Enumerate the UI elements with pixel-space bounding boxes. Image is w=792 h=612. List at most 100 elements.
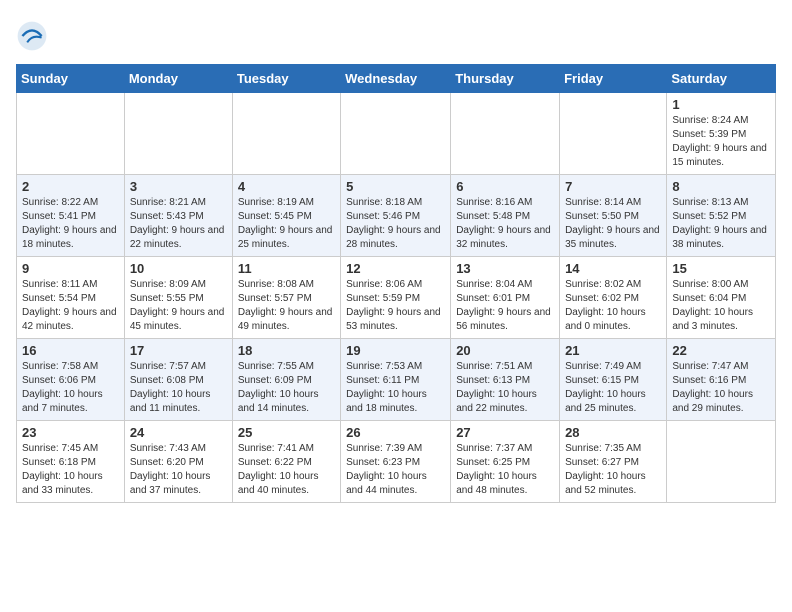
calendar-cell: 2 Sunrise: 8:22 AM Sunset: 5:41 PM Daylig…	[17, 175, 125, 257]
day-number: 16	[22, 343, 119, 358]
calendar-week-5: 23Sunrise: 7:45 AM Sunset: 6:18 PM Dayli…	[17, 421, 776, 503]
calendar-cell: 4 Sunrise: 8:19 AM Sunset: 5:45 PM Daylig…	[232, 175, 340, 257]
calendar-cell	[232, 93, 340, 175]
day-number: 22	[672, 343, 770, 358]
day-info: Sunrise: 7:41 AM Sunset: 6:22 PM Dayligh…	[238, 442, 335, 498]
calendar-cell	[341, 93, 451, 175]
calendar-cell: 11 Sunrise: 8:08 AM Sunset: 5:57 PM Dayli…	[232, 257, 340, 339]
calendar-header-thursday: Thursday	[451, 65, 560, 93]
day-info: Sunrise: 8:00 AM Sunset: 6:04 PM Dayligh…	[672, 278, 770, 334]
day-number: 17	[130, 343, 227, 358]
calendar-cell: 24 Sunrise: 7:43 AM Sunset: 6:20 PM Dayli…	[124, 421, 232, 503]
day-info: Sunrise: 8:22 AM Sunset: 5:41 PM Dayligh…	[22, 196, 119, 252]
day-info: Sunrise: 8:13 AM Sunset: 5:52 PM Dayligh…	[672, 196, 770, 252]
day-info: Sunrise: 7:51 AM Sunset: 6:13 PM Dayligh…	[456, 360, 554, 416]
day-number: 1	[672, 97, 770, 112]
calendar-cell: 14 Sunrise: 8:02 AM Sunset: 6:02 PM Dayli…	[560, 257, 667, 339]
calendar-week-2: 2 Sunrise: 8:22 AM Sunset: 5:41 PM Daylig…	[17, 175, 776, 257]
calendar-cell: 21 Sunrise: 7:49 AM Sunset: 6:15 PM Dayli…	[560, 339, 667, 421]
calendar-cell: 5 Sunrise: 8:18 AM Sunset: 5:46 PM Daylig…	[341, 175, 451, 257]
day-number: 12	[346, 261, 445, 276]
calendar-cell: 12 Sunrise: 8:06 AM Sunset: 5:59 PM Dayli…	[341, 257, 451, 339]
calendar-cell: 28 Sunrise: 7:35 AM Sunset: 6:27 PM Dayli…	[560, 421, 667, 503]
day-info: Sunrise: 7:53 AM Sunset: 6:11 PM Dayligh…	[346, 360, 445, 416]
day-info: Sunrise: 7:35 AM Sunset: 6:27 PM Dayligh…	[565, 442, 661, 498]
day-info: Sunrise: 8:24 AM Sunset: 5:39 PM Dayligh…	[672, 114, 770, 170]
day-number: 21	[565, 343, 661, 358]
day-info: Sunrise: 8:14 AM Sunset: 5:50 PM Dayligh…	[565, 196, 661, 252]
day-info: Sunrise: 7:37 AM Sunset: 6:25 PM Dayligh…	[456, 442, 554, 498]
day-number: 24	[130, 425, 227, 440]
calendar-cell: 17 Sunrise: 7:57 AM Sunset: 6:08 PM Dayli…	[124, 339, 232, 421]
calendar-cell: 16 Sunrise: 7:58 AM Sunset: 6:06 PM Dayli…	[17, 339, 125, 421]
day-number: 8	[672, 179, 770, 194]
day-number: 2	[22, 179, 119, 194]
day-number: 25	[238, 425, 335, 440]
calendar-cell	[124, 93, 232, 175]
calendar-cell: 26 Sunrise: 7:39 AM Sunset: 6:23 PM Dayli…	[341, 421, 451, 503]
calendar-cell: 8 Sunrise: 8:13 AM Sunset: 5:52 PM Daylig…	[667, 175, 776, 257]
calendar-cell: 15 Sunrise: 8:00 AM Sunset: 6:04 PM Dayli…	[667, 257, 776, 339]
calendar-header-tuesday: Tuesday	[232, 65, 340, 93]
day-info: Sunrise: 7:47 AM Sunset: 6:16 PM Dayligh…	[672, 360, 770, 416]
logo	[16, 20, 52, 52]
calendar-header-monday: Monday	[124, 65, 232, 93]
calendar-cell: 25 Sunrise: 7:41 AM Sunset: 6:22 PM Dayli…	[232, 421, 340, 503]
day-number: 4	[238, 179, 335, 194]
calendar-header-row: SundayMondayTuesdayWednesdayThursdayFrid…	[17, 65, 776, 93]
calendar-cell: 6 Sunrise: 8:16 AM Sunset: 5:48 PM Daylig…	[451, 175, 560, 257]
calendar-table: SundayMondayTuesdayWednesdayThursdayFrid…	[16, 64, 776, 503]
day-number: 6	[456, 179, 554, 194]
day-number: 23	[22, 425, 119, 440]
day-number: 26	[346, 425, 445, 440]
calendar-cell: 22 Sunrise: 7:47 AM Sunset: 6:16 PM Dayli…	[667, 339, 776, 421]
day-number: 11	[238, 261, 335, 276]
day-number: 10	[130, 261, 227, 276]
day-info: Sunrise: 8:21 AM Sunset: 5:43 PM Dayligh…	[130, 196, 227, 252]
day-info: Sunrise: 7:39 AM Sunset: 6:23 PM Dayligh…	[346, 442, 445, 498]
calendar-header-sunday: Sunday	[17, 65, 125, 93]
calendar-cell	[451, 93, 560, 175]
day-info: Sunrise: 8:02 AM Sunset: 6:02 PM Dayligh…	[565, 278, 661, 334]
day-info: Sunrise: 8:08 AM Sunset: 5:57 PM Dayligh…	[238, 278, 335, 334]
day-info: Sunrise: 8:11 AM Sunset: 5:54 PM Dayligh…	[22, 278, 119, 334]
calendar-week-3: 9 Sunrise: 8:11 AM Sunset: 5:54 PM Daylig…	[17, 257, 776, 339]
day-number: 15	[672, 261, 770, 276]
calendar-header-friday: Friday	[560, 65, 667, 93]
calendar-cell	[667, 421, 776, 503]
day-info: Sunrise: 8:18 AM Sunset: 5:46 PM Dayligh…	[346, 196, 445, 252]
calendar-cell	[17, 93, 125, 175]
calendar-header-saturday: Saturday	[667, 65, 776, 93]
calendar-cell: 7Sunrise: 8:14 AM Sunset: 5:50 PM Daylig…	[560, 175, 667, 257]
calendar-week-4: 16 Sunrise: 7:58 AM Sunset: 6:06 PM Dayli…	[17, 339, 776, 421]
calendar-cell: 18Sunrise: 7:55 AM Sunset: 6:09 PM Dayli…	[232, 339, 340, 421]
day-number: 28	[565, 425, 661, 440]
calendar-cell: 27 Sunrise: 7:37 AM Sunset: 6:25 PM Dayli…	[451, 421, 560, 503]
day-info: Sunrise: 8:16 AM Sunset: 5:48 PM Dayligh…	[456, 196, 554, 252]
day-number: 9	[22, 261, 119, 276]
day-number: 14	[565, 261, 661, 276]
day-info: Sunrise: 7:57 AM Sunset: 6:08 PM Dayligh…	[130, 360, 227, 416]
day-info: Sunrise: 8:19 AM Sunset: 5:45 PM Dayligh…	[238, 196, 335, 252]
day-number: 3	[130, 179, 227, 194]
day-number: 20	[456, 343, 554, 358]
day-info: Sunrise: 7:43 AM Sunset: 6:20 PM Dayligh…	[130, 442, 227, 498]
calendar-cell: 19 Sunrise: 7:53 AM Sunset: 6:11 PM Dayli…	[341, 339, 451, 421]
calendar-header-wednesday: Wednesday	[341, 65, 451, 93]
day-info: Sunrise: 7:49 AM Sunset: 6:15 PM Dayligh…	[565, 360, 661, 416]
day-number: 5	[346, 179, 445, 194]
calendar-cell: 13Sunrise: 8:04 AM Sunset: 6:01 PM Dayli…	[451, 257, 560, 339]
calendar-cell: 10 Sunrise: 8:09 AM Sunset: 5:55 PM Dayli…	[124, 257, 232, 339]
calendar-cell: 9 Sunrise: 8:11 AM Sunset: 5:54 PM Daylig…	[17, 257, 125, 339]
day-number: 13	[456, 261, 554, 276]
day-info: Sunrise: 8:09 AM Sunset: 5:55 PM Dayligh…	[130, 278, 227, 334]
day-number: 19	[346, 343, 445, 358]
calendar-cell: 1 Sunrise: 8:24 AM Sunset: 5:39 PM Daylig…	[667, 93, 776, 175]
day-number: 18	[238, 343, 335, 358]
day-info: Sunrise: 7:58 AM Sunset: 6:06 PM Dayligh…	[22, 360, 119, 416]
calendar-cell: 3 Sunrise: 8:21 AM Sunset: 5:43 PM Daylig…	[124, 175, 232, 257]
day-info: Sunrise: 8:06 AM Sunset: 5:59 PM Dayligh…	[346, 278, 445, 334]
day-number: 27	[456, 425, 554, 440]
calendar-cell	[560, 93, 667, 175]
calendar-cell: 23Sunrise: 7:45 AM Sunset: 6:18 PM Dayli…	[17, 421, 125, 503]
